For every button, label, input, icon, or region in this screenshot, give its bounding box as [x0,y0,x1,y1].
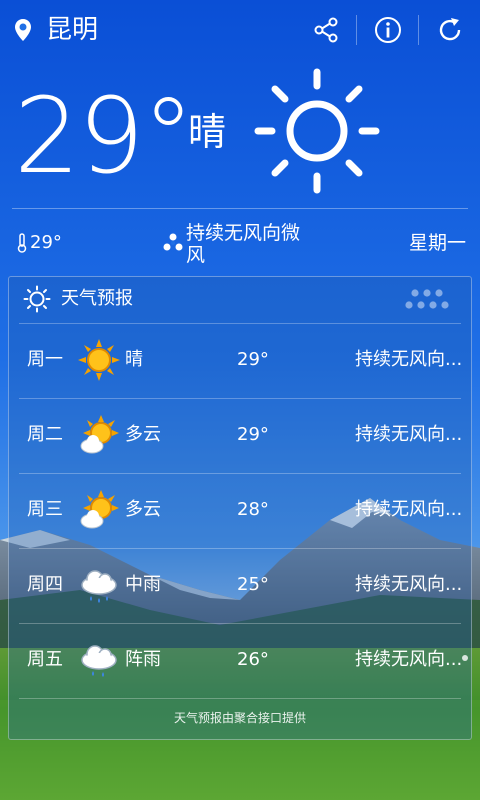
current-temperature: 29° [14,75,194,197]
thermometer-icon [17,233,27,253]
forecast-wind: 持续无风向... [355,349,463,370]
forecast-row[interactable]: 周一 晴 29° 持续无风向... [9,324,471,398]
forecast-condition: 多云 [125,424,161,445]
forecast-day: 周四 [27,574,63,595]
rain-icon [77,563,121,607]
forecast-day: 周一 [27,349,63,370]
forecast-wind: 持续无风向... [355,649,463,670]
forecast-condition: 晴 [125,349,143,370]
feels-temperature: 29° [16,232,62,254]
sunny-icon [252,66,382,196]
forecast-condition: 阵雨 [125,649,161,670]
info-button[interactable] [368,10,408,50]
toolbar-divider [418,15,419,45]
shower-icon [77,638,121,682]
forecast-wind: 持续无风向... [355,574,463,595]
sunny-icon [77,338,121,382]
forecast-condition: 中雨 [125,574,161,595]
city-name[interactable]: 昆明 [46,12,98,48]
weekday-label: 星期一 [408,232,466,254]
forecast-credit: 天气预报由聚合接口提供 [173,711,306,725]
forecast-row[interactable]: 周五 阵雨 26° 持续无风向... [9,624,471,698]
fan-icon [163,233,183,251]
wind-text: 持续无风向微风 [186,222,301,266]
partly-cloudy-icon [77,488,121,532]
refresh-button[interactable] [430,10,470,50]
top-bar: 昆明 [0,0,480,60]
forecast-row[interactable]: 周三 多云 28° 持续无风向... [9,474,471,548]
refresh-icon [439,18,461,41]
forecast-condition: 多云 [125,499,161,520]
forecast-row[interactable]: 周四 中雨 25° 持续无风向... [9,549,471,623]
forecast-title: 天气预报 [61,288,133,309]
feels-temperature-value: 29° [30,232,62,253]
forecast-day: 周五 [27,649,63,670]
forecast-temp: 26° [237,649,269,670]
wind-info: 持续无风向微风 [162,222,312,266]
forecast-temp: 29° [237,349,269,370]
forecast-row[interactable]: 周二 多云 29° 持续无风向... [9,399,471,473]
info-icon [375,17,401,43]
divider [19,698,461,699]
share-icon [314,17,338,43]
partly-cloudy-icon [77,413,121,457]
location-pin-icon [13,18,33,42]
forecast-day: 周三 [27,499,63,520]
toolbar-divider [356,15,357,45]
sun-outline-icon [23,285,51,313]
forecast-temp: 29° [237,424,269,445]
forecast-panel: 天气预报 周一 晴 29° 持续无风向... 周二 多云 29° 持续无风向..… [8,276,472,740]
forecast-day: 周二 [27,424,63,445]
more-dots-icon[interactable] [403,287,459,311]
share-button[interactable] [306,10,346,50]
scroll-indicator [462,655,468,661]
current-condition: 晴 [188,110,227,154]
forecast-wind: 持续无风向... [355,499,463,520]
divider [12,208,468,209]
forecast-wind: 持续无风向... [355,424,463,445]
forecast-temp: 28° [237,499,269,520]
forecast-temp: 25° [237,574,269,595]
